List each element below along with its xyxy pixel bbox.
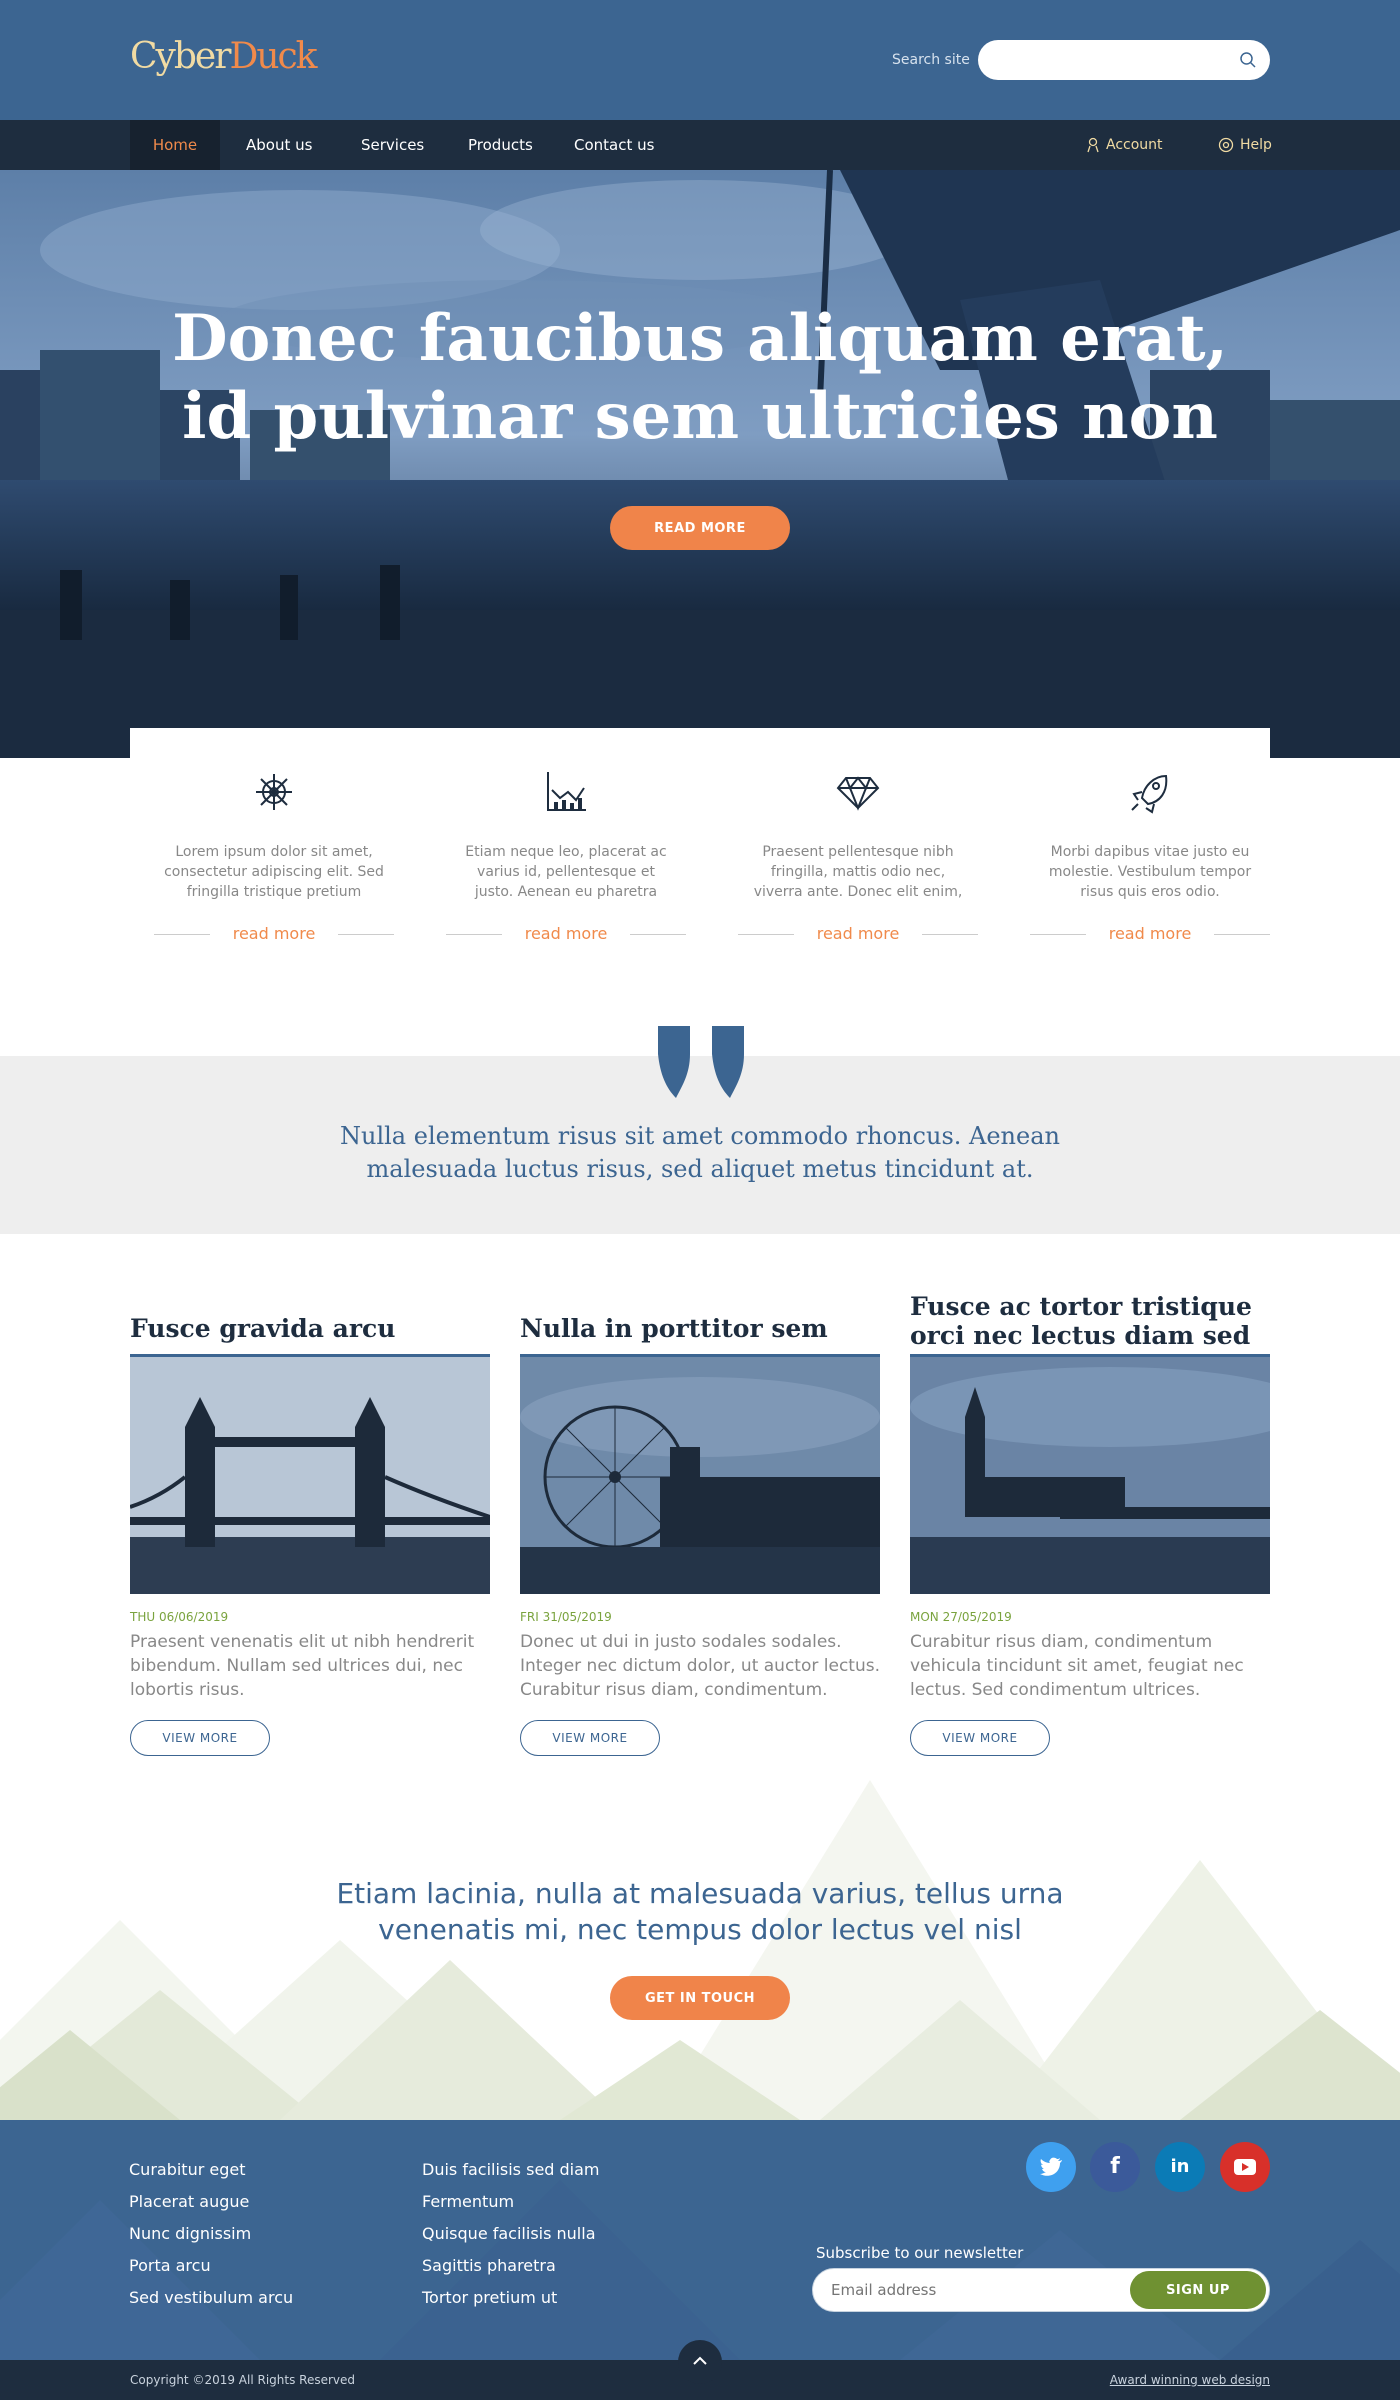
footer-link[interactable]: Sagittis pharetra <box>422 2256 556 2275</box>
card-title[interactable]: Fusce ac tortor tristique orci nec lectu… <box>910 1292 1290 1350</box>
nav-item-contact[interactable]: Contact us <box>574 120 654 170</box>
card-title[interactable]: Fusce gravida arcu <box>130 1314 510 1343</box>
footer-link[interactable]: Curabitur eget <box>129 2160 246 2179</box>
read-more-link[interactable]: read more <box>738 924 978 944</box>
rocket-icon <box>1131 774 1168 814</box>
search-icon[interactable] <box>1238 50 1258 70</box>
read-more-label: read more <box>524 924 608 943</box>
read-more-link[interactable]: read more <box>154 924 394 944</box>
site-header: CyberDuck Search site <box>0 0 1400 120</box>
hero-title-line-1: Donec faucibus aliquam erat, <box>172 301 1228 376</box>
help-label: Help <box>1240 137 1272 153</box>
card-text: Praesent venenatis elit ut nibh hendreri… <box>130 1632 475 1700</box>
award-link[interactable]: Award winning web design <box>1110 2373 1270 2387</box>
youtube-button[interactable] <box>1220 2142 1270 2192</box>
hero-banner: Donec faucibus aliquam erat, id pulvinar… <box>0 170 1400 758</box>
search-label: Search site <box>892 52 970 68</box>
diamond-icon <box>836 776 880 811</box>
card-text: Curabitur risus diam, condimentum vehicu… <box>910 1632 1244 1700</box>
logo-part-2: Duck <box>229 36 317 77</box>
nav-item-home[interactable]: Home <box>130 120 220 170</box>
feature-2: Etiam neque leo, placerat ac varius id, … <box>446 728 686 958</box>
footer-link[interactable]: Tortor pretium ut <box>422 2288 557 2307</box>
footer-link[interactable]: Placerat augue <box>129 2192 249 2211</box>
read-more-button[interactable]: READ MORE <box>610 506 790 550</box>
twitter-button[interactable] <box>1026 2142 1076 2192</box>
quote-icon <box>658 1026 744 1098</box>
view-more-button[interactable]: VIEW MORE <box>130 1720 270 1756</box>
view-more-button[interactable]: VIEW MORE <box>910 1720 1050 1756</box>
search-input[interactable] <box>978 40 1270 80</box>
feature-text: Morbi dapibus vitae justo eu molestie. V… <box>1048 844 1252 900</box>
feature-text: Etiam neque leo, placerat ac varius id, … <box>465 844 667 900</box>
read-more-link[interactable]: read more <box>1030 924 1270 944</box>
card-title[interactable]: Nulla in porttitor sem <box>520 1314 900 1343</box>
nav-item-services[interactable]: Services <box>361 120 424 170</box>
footer-link[interactable]: Sed vestibulum arcu <box>129 2288 293 2307</box>
help-icon <box>1218 137 1234 153</box>
feature-3: Praesent pellentesque nibh fringilla, ma… <box>738 728 978 958</box>
sign-up-button[interactable]: SIGN UP <box>1130 2271 1266 2309</box>
linkedin-button[interactable]: in <box>1155 2142 1205 2192</box>
newsletter-label: Subscribe to our newsletter <box>816 2244 1024 2262</box>
linkedin-icon: in <box>1170 2156 1190 2177</box>
facebook-icon: f <box>1110 2154 1120 2179</box>
footer-link[interactable]: Nunc dignissim <box>129 2224 251 2243</box>
read-more-link[interactable]: read more <box>446 924 686 944</box>
features-panel: Lorem ipsum dolor sit amet, consectetur … <box>130 728 1270 958</box>
hero-title-line-2: id pulvinar sem ultricies non <box>182 379 1218 454</box>
read-more-label: read more <box>816 924 900 943</box>
footer-link[interactable]: Porta arcu <box>129 2256 211 2275</box>
facebook-button[interactable]: f <box>1090 2142 1140 2192</box>
card-date: MON 27/05/2019 <box>910 1610 1012 1624</box>
copyright-text: Copyright ©2019 All Rights Reserved <box>130 2373 356 2387</box>
help-link[interactable]: Help <box>1218 120 1272 170</box>
card-date: FRI 31/05/2019 <box>520 1610 612 1624</box>
card-date: THU 06/06/2019 <box>130 1610 229 1624</box>
nav-item-about[interactable]: About us <box>246 120 312 170</box>
chevron-up-icon <box>693 2356 707 2365</box>
mountains-background <box>0 1780 1400 2120</box>
logo-part-1: Cyber <box>130 36 231 77</box>
get-in-touch-button[interactable]: GET IN TOUCH <box>610 1976 790 2020</box>
main-nav: Home About us Services Products Contact … <box>0 120 1400 170</box>
footer-link[interactable]: Duis facilisis sed diam <box>422 2160 600 2179</box>
hero-image <box>0 170 1400 758</box>
youtube-icon <box>1234 2159 1256 2175</box>
site-footer: Curabitur eget Placerat augue Nunc digni… <box>0 2120 1400 2360</box>
view-more-button[interactable]: VIEW MORE <box>520 1720 660 1756</box>
feature-text: Praesent pellentesque nibh fringilla, ma… <box>753 844 963 900</box>
feature-4: Morbi dapibus vitae justo eu molestie. V… <box>1030 728 1270 958</box>
card-image-tower-bridge[interactable] <box>130 1354 490 1594</box>
feature-1: Lorem ipsum dolor sit amet, consectetur … <box>154 728 394 958</box>
cta-section: Etiam lacinia, nulla at malesuada varius… <box>0 1780 1400 2120</box>
card-text: Donec ut dui in justo sodales sodales. I… <box>520 1632 880 1700</box>
account-link[interactable]: Account <box>1086 120 1163 170</box>
card-image-big-ben[interactable] <box>910 1354 1270 1594</box>
chart-icon <box>547 772 586 811</box>
ship-wheel-icon <box>256 774 292 810</box>
read-more-label: read more <box>232 924 316 943</box>
footer-link[interactable]: Quisque facilisis nulla <box>422 2224 596 2243</box>
back-to-top-button[interactable] <box>678 2340 722 2384</box>
account-label: Account <box>1106 137 1163 153</box>
cta-text: Etiam lacinia, nulla at malesuada varius… <box>336 1877 1064 1946</box>
hero-title: Donec faucibus aliquam erat, id pulvinar… <box>0 300 1400 456</box>
feature-text: Lorem ipsum dolor sit amet, consectetur … <box>164 844 384 900</box>
logo[interactable]: CyberDuck <box>130 36 317 77</box>
read-more-label: read more <box>1108 924 1192 943</box>
nav-item-products[interactable]: Products <box>468 120 533 170</box>
twitter-icon <box>1040 2157 1062 2176</box>
account-icon <box>1087 137 1099 153</box>
quote-text: Nulla elementum risus sit amet commodo r… <box>340 1122 1060 1183</box>
card-image-london-eye[interactable] <box>520 1354 880 1594</box>
footer-link[interactable]: Fermentum <box>422 2192 514 2211</box>
